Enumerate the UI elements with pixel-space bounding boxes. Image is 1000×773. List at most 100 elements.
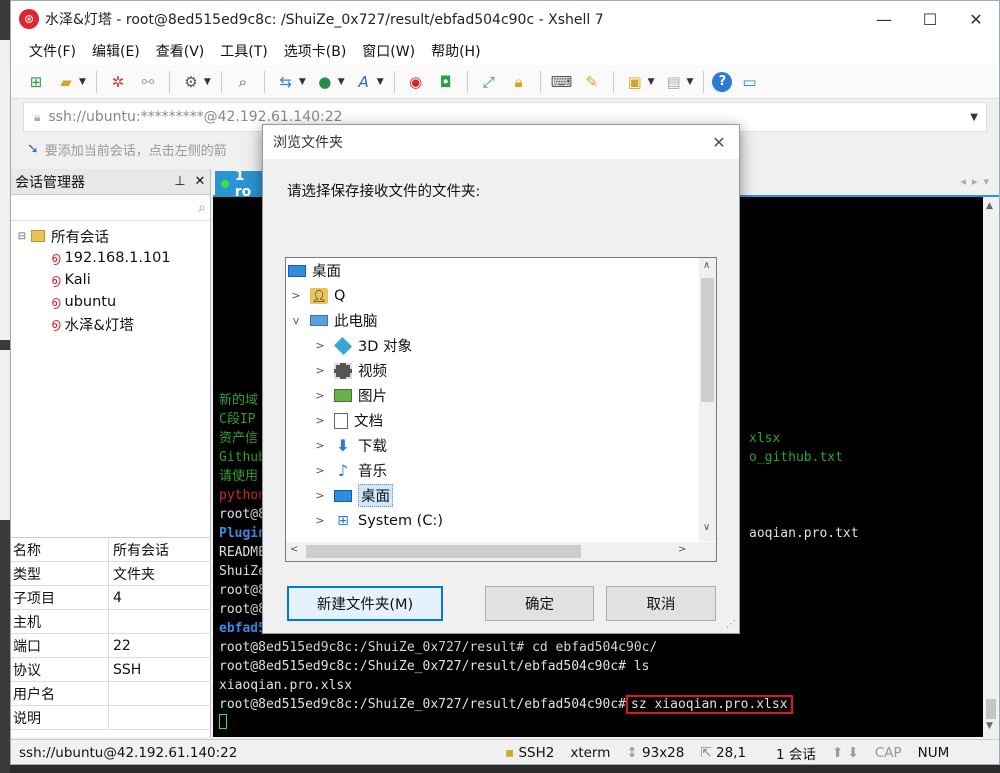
lock-icon[interactable]: 🔒︎ bbox=[506, 69, 532, 95]
status-cursor: ⇱ 28,1 bbox=[700, 744, 747, 761]
tree-item-session[interactable]: ൭ ubuntu bbox=[11, 291, 210, 313]
tree-item-all-sessions[interactable]: ⊟ 所有会话 bbox=[11, 225, 210, 247]
chevron-right-icon[interactable]: > bbox=[312, 364, 328, 377]
add-folder-icon[interactable]: ▣ bbox=[622, 69, 648, 95]
scroll-thumb[interactable] bbox=[306, 545, 581, 558]
chevron-right-icon[interactable]: > bbox=[312, 339, 328, 352]
terminal-scrollbar[interactable]: ▲ ▼ bbox=[983, 197, 999, 737]
search-icon[interactable]: ⌕ bbox=[230, 69, 256, 95]
properties-icon[interactable]: ⚙ bbox=[178, 69, 204, 95]
folder-tree-item[interactable]: > 👤︎ Q bbox=[288, 283, 345, 308]
ok-button[interactable]: 确定 bbox=[485, 586, 594, 621]
xshell-icon[interactable]: ◉ bbox=[403, 69, 429, 95]
chevron-down-icon[interactable]: ▼ bbox=[204, 77, 211, 87]
search-icon[interactable]: ⌕ bbox=[198, 200, 206, 216]
chevron-down-icon[interactable]: v bbox=[288, 314, 304, 327]
new-session-icon[interactable]: ⊞ bbox=[23, 69, 49, 95]
folder-tree-item[interactable]: > ♪ 音乐 bbox=[312, 458, 387, 483]
folder-tree-item[interactable]: > 文档 bbox=[312, 408, 383, 433]
chevron-right-icon[interactable]: > bbox=[312, 489, 328, 502]
transfer-icon[interactable]: ⇆ bbox=[273, 69, 299, 95]
resize-grip-icon[interactable]: ⋰ bbox=[726, 619, 736, 630]
scroll-up-icon[interactable]: ▲ bbox=[986, 201, 993, 211]
toolbar-divider bbox=[168, 70, 170, 93]
bookmark-arrow-icon[interactable]: ➘ bbox=[27, 141, 39, 157]
folder-tree-vscroll[interactable]: ∧ ∨ bbox=[699, 258, 716, 541]
tree-item-session[interactable]: ൭ 水泽&灯塔 bbox=[11, 313, 210, 335]
folder-label: 此电脑 bbox=[334, 314, 378, 330]
folder-tree-item[interactable]: > ⬇ 下载 bbox=[312, 433, 387, 458]
pin-icon[interactable]: ⊥ bbox=[170, 174, 190, 189]
folder-tree-item[interactable]: > 图片 bbox=[312, 383, 387, 408]
chevron-down-icon[interactable]: ▼ bbox=[299, 77, 306, 87]
title-bar[interactable]: ⊛ 水泽&灯塔 - root@8ed515ed9c8c: /ShuiZe_0x7… bbox=[11, 1, 999, 37]
chevron-right-icon[interactable]: > bbox=[312, 439, 328, 452]
disconnect-icon[interactable]: ⚯ bbox=[135, 69, 161, 95]
toolbar-divider bbox=[466, 70, 468, 93]
scroll-down-icon[interactable]: ∨ bbox=[703, 522, 710, 533]
close-button[interactable]: ✕ bbox=[953, 1, 999, 37]
terminal-line: README bbox=[219, 545, 266, 560]
folder-tree-item[interactable]: > 视频 bbox=[312, 358, 387, 383]
chevron-right-icon[interactable]: > bbox=[312, 514, 328, 527]
help-icon[interactable]: ? bbox=[712, 71, 733, 92]
new-folder-button[interactable]: 新建文件夹(M) bbox=[287, 586, 443, 621]
session-search-input[interactable]: ⌕ bbox=[11, 195, 210, 221]
folder-tree-item[interactable]: > 3D 对象 bbox=[312, 333, 412, 358]
highlight-icon[interactable]: ✎ bbox=[579, 69, 605, 95]
chat-icon[interactable]: ▭ bbox=[736, 69, 762, 95]
folder-tree[interactable]: 桌面 > 👤︎ Q v 此电脑 > 3D 对象 > 视频 > 图片 > 文档 >… bbox=[285, 257, 717, 562]
menu-tabs[interactable]: 选项卡(B) bbox=[276, 41, 355, 61]
toolbar-divider bbox=[263, 70, 265, 93]
layout-icon[interactable]: ▤ bbox=[661, 69, 687, 95]
chevron-down-icon[interactable]: ▼ bbox=[377, 77, 384, 87]
chevron-right-icon[interactable]: > bbox=[312, 414, 328, 427]
chevron-down-icon[interactable]: ▼ bbox=[970, 112, 978, 123]
minimize-button[interactable]: — bbox=[861, 1, 907, 37]
folder-tree-item-selected[interactable]: > 桌面 bbox=[312, 483, 393, 508]
fullscreen-icon[interactable]: ⤢ bbox=[476, 69, 502, 95]
menu-edit[interactable]: 编辑(E) bbox=[84, 41, 148, 61]
font-icon[interactable]: A bbox=[351, 69, 377, 95]
dialog-close-button[interactable]: ✕ bbox=[699, 133, 739, 152]
close-icon[interactable]: ✕ bbox=[190, 174, 210, 189]
maximize-button[interactable]: ☐ bbox=[907, 1, 953, 37]
tab-nav-arrows-icon[interactable]: ◂▸▾ bbox=[960, 175, 995, 188]
chevron-down-icon[interactable]: ▼ bbox=[338, 77, 345, 87]
cancel-button[interactable]: 取消 bbox=[606, 586, 716, 621]
scroll-right-icon[interactable]: > bbox=[678, 544, 686, 555]
chevron-right-icon[interactable]: > bbox=[312, 464, 328, 477]
chevron-down-icon[interactable]: ▼ bbox=[79, 77, 86, 87]
scroll-left-icon[interactable]: < bbox=[290, 544, 298, 555]
session-nav-arrows-icon[interactable]: ⬆ ⬇ bbox=[824, 745, 867, 761]
globe-icon[interactable]: ● bbox=[312, 69, 338, 95]
menu-file[interactable]: 文件(F) bbox=[21, 41, 84, 61]
scroll-up-icon[interactable]: ∧ bbox=[703, 260, 710, 271]
menu-view[interactable]: 查看(V) bbox=[148, 41, 213, 61]
tab-session-1[interactable]: 1 ro bbox=[215, 168, 265, 200]
open-folder-icon[interactable]: ▰ bbox=[53, 69, 79, 95]
session-icon: ൭ bbox=[51, 250, 61, 266]
xftp-icon[interactable]: ◘ bbox=[433, 69, 459, 95]
scroll-thumb[interactable] bbox=[701, 278, 714, 402]
chevron-right-icon[interactable]: > bbox=[312, 389, 328, 402]
folder-icon bbox=[31, 230, 45, 242]
folder-tree-item[interactable]: 桌面 bbox=[288, 258, 341, 283]
folder-tree-hscroll[interactable]: < > bbox=[286, 542, 716, 561]
folder-tree-item[interactable]: v 此电脑 bbox=[288, 308, 378, 333]
menu-tools[interactable]: 工具(T) bbox=[212, 41, 275, 61]
scroll-down-icon[interactable]: ▼ bbox=[986, 721, 993, 731]
menu-window[interactable]: 窗口(W) bbox=[354, 41, 423, 61]
dialog-title-bar[interactable]: 浏览文件夹 ✕ bbox=[263, 125, 739, 159]
keyboard-icon[interactable]: ⌨ bbox=[549, 69, 575, 95]
collapse-icon[interactable]: ⊟ bbox=[15, 231, 29, 242]
tree-item-session[interactable]: ൭ Kali bbox=[11, 269, 210, 291]
tree-item-session[interactable]: ൭ 192.168.1.101 bbox=[11, 247, 210, 269]
chevron-down-icon[interactable]: ▼ bbox=[687, 77, 694, 87]
folder-tree-item[interactable]: > ⊞ System (C:) bbox=[312, 508, 443, 533]
chevron-down-icon[interactable]: ▼ bbox=[648, 77, 655, 87]
reconnect-icon[interactable]: ✲ bbox=[105, 69, 131, 95]
scroll-thumb[interactable] bbox=[986, 699, 996, 719]
chevron-right-icon[interactable]: > bbox=[288, 289, 304, 302]
menu-help[interactable]: 帮助(H) bbox=[423, 41, 488, 61]
